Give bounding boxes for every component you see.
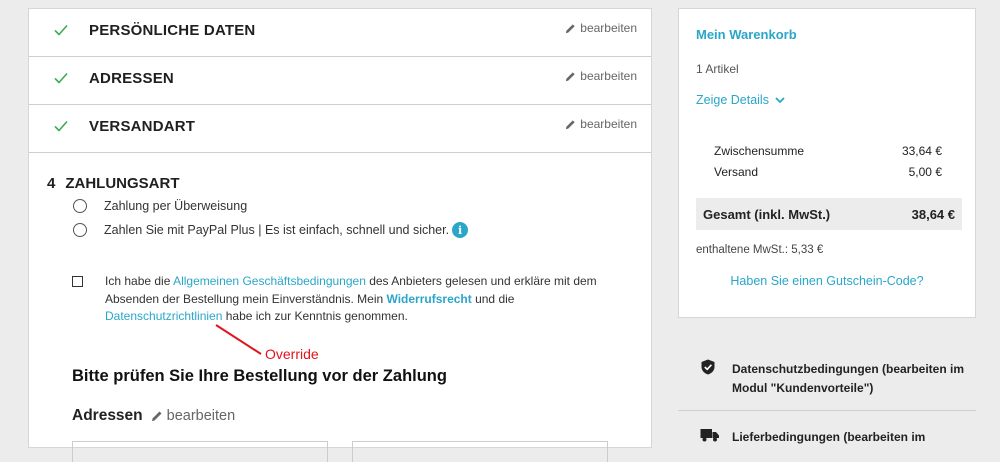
cart-panel: Mein Warenkorb 1 Artikel Zeige Details Z…	[678, 8, 976, 318]
details-label: Zeige Details	[696, 93, 769, 107]
shipping-label: Versand	[714, 165, 759, 179]
total-row: Gesamt (inkl. MwSt.) 38,64 €	[696, 198, 962, 230]
addresses-label: Adressen	[72, 407, 143, 424]
address-box	[352, 441, 608, 462]
total-label: Gesamt (inkl. MwSt.)	[703, 206, 831, 222]
cart-title: Mein Warenkorb	[696, 27, 797, 42]
shipping-row: Versand 5,00 €	[714, 165, 942, 179]
chevron-down-icon	[775, 96, 785, 103]
pencil-icon	[151, 411, 162, 421]
subtotal-row: Zwischensumme 33,64 €	[714, 144, 942, 158]
addresses-heading: Adressen bearbeiten	[72, 407, 235, 425]
cart-count: 1 Artikel	[696, 62, 739, 76]
voucher-link[interactable]: Haben Sie einen Gutschein-Code?	[679, 274, 975, 288]
edit-addresses-review-link[interactable]: bearbeiten	[151, 408, 236, 424]
review-heading: Bitte prüfen Sie Ihre Bestellung vor der…	[72, 367, 447, 385]
edit-label: bearbeiten	[166, 408, 236, 424]
subtotal-value: 33,64 €	[901, 144, 942, 158]
annotation-label: Override	[265, 346, 319, 362]
total-value: 38,64 €	[911, 206, 955, 222]
show-details-toggle[interactable]: Zeige Details	[696, 93, 785, 107]
address-box	[72, 441, 328, 462]
subtotal-label: Zwischensumme	[714, 144, 805, 158]
feature-text-content: Lieferbedingungen (bearbeiten im	[732, 430, 926, 444]
feature-text: Lieferbedingungen (bearbeiten im	[700, 428, 970, 447]
feature-text-content: Datenschutzbedingungen (bearbeiten im Mo…	[732, 362, 965, 395]
tax-note: enthaltene MwSt.: 5,33 €	[696, 244, 824, 256]
feature-text: Datenschutzbedingungen (bearbeiten im Mo…	[700, 360, 970, 398]
feature-divider	[678, 410, 976, 411]
checkout-panel: PERSÖNLICHE DATEN bearbeiten ADRESSEN be…	[28, 8, 652, 462]
shipping-value: 5,00 €	[908, 165, 942, 179]
